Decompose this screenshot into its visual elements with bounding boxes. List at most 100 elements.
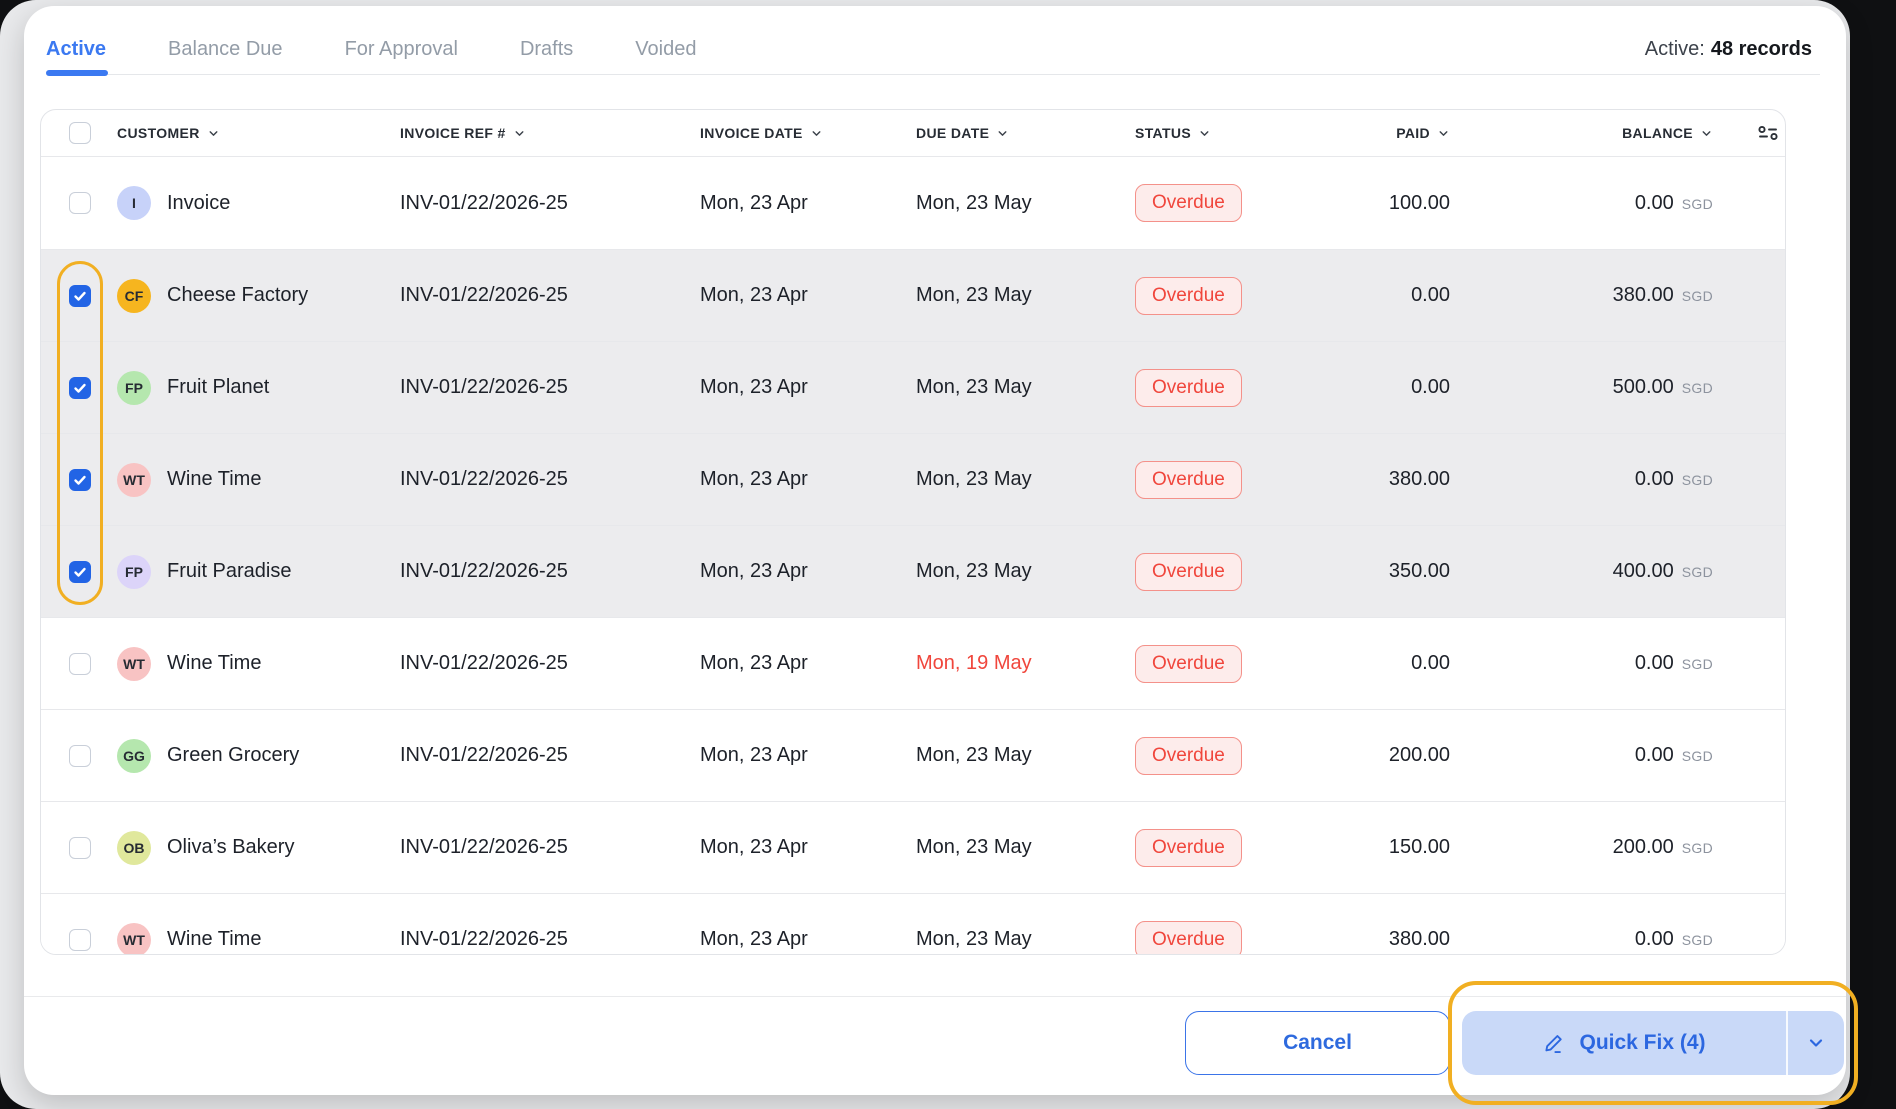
customer-name: Fruit Paradise [167,560,292,582]
sort-chevron-icon [1702,130,1711,136]
currency-label: SGD [1681,380,1713,396]
quick-fix-dropdown-button[interactable] [1788,1011,1844,1075]
currency-label: SGD [1681,840,1713,856]
table-body: I Invoice INV-01/22/2026-25 Mon, 23 Apr … [41,157,1785,954]
balance-amount: 0.00 [1634,468,1674,490]
paid-amount: 0.00 [1411,376,1450,398]
chevron-down-icon [1809,1039,1823,1047]
column-label: STATUS [1135,125,1192,141]
customer-name: Fruit Planet [167,376,270,398]
invoice-ref: INV-01/22/2026-25 [400,284,568,306]
customer-name: Invoice [167,191,231,214]
customer-avatar: WT [117,462,151,497]
table-row[interactable]: WT Wine Time INV-01/22/2026-25 Mon, 23 A… [41,893,1785,954]
currency-label: SGD [1681,472,1713,488]
table-row[interactable]: WT Wine Time INV-01/22/2026-25 Mon, 23 A… [41,433,1785,525]
sort-chevron-icon [812,130,821,136]
tab-for-approval[interactable]: For Approval [345,38,458,61]
tab-balance-due[interactable]: Balance Due [168,38,283,61]
table-row[interactable]: I Invoice INV-01/22/2026-25 Mon, 23 Apr … [41,157,1785,249]
row-checkbox[interactable] [69,928,91,951]
balance-amount: 0.00 [1634,744,1674,766]
paid-amount: 380.00 [1388,468,1450,490]
table-row[interactable]: FP Fruit Paradise INV-01/22/2026-25 Mon,… [41,525,1785,617]
status-badge: Overdue [1135,184,1242,222]
invoice-ref: INV-01/22/2026-25 [400,191,568,214]
column-header-invoice-ref[interactable]: INVOICE REF # [400,125,700,141]
table-row[interactable]: OB Oliva’s Bakery INV-01/22/2026-25 Mon,… [41,801,1785,893]
column-settings-icon[interactable] [1757,125,1779,141]
invoice-list-card: Active Balance Due For Approval Drafts V… [24,6,1858,1105]
column-header-due-date[interactable]: DUE DATE [916,125,1135,141]
sort-chevron-icon [515,130,524,136]
currency-label: SGD [1681,748,1713,764]
tab-voided[interactable]: Voided [635,38,696,61]
check-icon [74,291,86,301]
table-row[interactable]: WT Wine Time INV-01/22/2026-25 Mon, 23 A… [41,617,1785,709]
row-checkbox[interactable] [69,836,91,859]
row-checkbox[interactable] [69,560,91,583]
status-badge: Overdue [1135,276,1242,315]
tab-active[interactable]: Active [46,38,106,61]
paid-amount: 0.00 [1411,652,1450,674]
quick-fix-button[interactable]: Quick Fix (4) [1462,1011,1786,1075]
status-badge: Overdue [1135,552,1242,591]
customer-name: Oliva’s Bakery [167,836,295,858]
due-date: Mon, 23 May [916,928,1032,950]
check-icon [74,567,86,577]
paid-amount: 350.00 [1388,560,1450,582]
due-date: Mon, 23 May [916,560,1032,582]
invoice-date: Mon, 23 Apr [700,376,808,398]
select-all-checkbox[interactable] [69,122,91,144]
customer-name: Cheese Factory [167,284,309,306]
balance-amount: 0.00 [1634,191,1674,214]
invoice-ref: INV-01/22/2026-25 [400,928,568,950]
records-summary-value: 48 records [1710,38,1812,60]
due-date: Mon, 23 May [916,836,1032,858]
table-row[interactable]: GG Green Grocery INV-01/22/2026-25 Mon, … [41,709,1785,801]
invoice-ref: INV-01/22/2026-25 [400,652,568,674]
invoice-ref: INV-01/22/2026-25 [400,468,568,490]
quick-fix-split-button: Quick Fix (4) [1462,1011,1844,1075]
column-label: PAID [1396,125,1430,141]
customer-avatar: GG [117,738,151,773]
customer-name: Wine Time [167,928,262,950]
status-badge: Overdue [1135,644,1242,683]
column-header-customer[interactable]: CUSTOMER [117,125,400,141]
invoice-date: Mon, 23 Apr [700,928,808,950]
status-badge: Overdue [1135,368,1242,407]
status-badge: Overdue [1135,460,1242,499]
check-icon [74,383,86,393]
quick-fix-label: Quick Fix (4) [1579,1031,1706,1054]
table-row[interactable]: FP Fruit Planet INV-01/22/2026-25 Mon, 2… [41,341,1785,433]
tab-drafts[interactable]: Drafts [520,38,573,61]
currency-label: SGD [1681,932,1713,948]
invoice-date: Mon, 23 Apr [700,560,808,582]
row-checkbox[interactable] [69,376,91,399]
cancel-button[interactable]: Cancel [1185,1011,1450,1075]
invoice-date: Mon, 23 Apr [700,468,808,490]
balance-amount: 380.00 [1612,284,1674,306]
due-date: Mon, 23 May [916,284,1032,306]
column-header-status[interactable]: STATUS [1135,125,1345,141]
customer-avatar: I [117,186,151,220]
row-checkbox[interactable] [69,192,91,214]
paid-amount: 0.00 [1411,284,1450,306]
invoice-date: Mon, 23 Apr [700,744,808,766]
column-header-invoice-date[interactable]: INVOICE DATE [700,125,916,141]
row-checkbox[interactable] [69,468,91,491]
invoice-ref: INV-01/22/2026-25 [400,836,568,858]
check-icon [74,475,86,485]
column-label: BALANCE [1622,125,1693,141]
row-checkbox[interactable] [69,284,91,307]
table-header-row: CUSTOMER INVOICE REF # INVOICE DATE DUE … [41,110,1785,157]
due-date: Mon, 23 May [916,191,1032,214]
table-row[interactable]: CF Cheese Factory INV-01/22/2026-25 Mon,… [41,249,1785,341]
row-checkbox[interactable] [69,652,91,675]
column-header-balance[interactable]: BALANCE [1460,125,1731,141]
customer-avatar: FP [117,370,151,405]
row-checkbox[interactable] [69,744,91,767]
column-header-paid[interactable]: PAID [1345,125,1460,141]
records-summary: Active: 48 records [1645,38,1812,61]
sort-chevron-icon [1200,130,1209,136]
